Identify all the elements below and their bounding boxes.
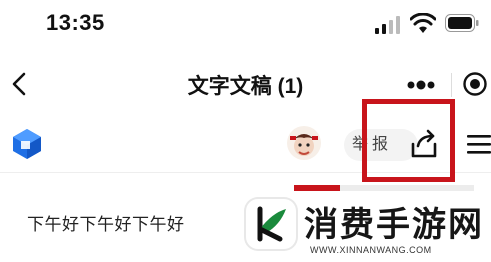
leaf-logo-icon <box>257 206 286 242</box>
watermark-name: 消费手游网 <box>304 206 484 244</box>
target-circle-icon[interactable] <box>462 71 488 97</box>
avatar[interactable] <box>287 126 321 160</box>
highlight-box <box>362 99 455 182</box>
status-time: 13:35 <box>46 10 105 35</box>
document-app-logo-icon <box>13 129 41 159</box>
document-body-text: 下午好下午好下午好 <box>27 215 185 234</box>
watermark-logo <box>246 199 296 249</box>
capsule-divider <box>451 73 452 97</box>
watermark-strip-accent <box>294 185 340 191</box>
more-dots-icon[interactable] <box>406 78 436 92</box>
watermark: 消费手游网 WWW.XINNANWANG.COM <box>234 185 491 262</box>
watermark-url: WWW.XINNANWANG.COM <box>310 245 432 255</box>
battery-icon <box>445 14 479 32</box>
hamburger-menu-icon[interactable] <box>466 130 491 158</box>
wifi-icon <box>410 13 436 33</box>
status-bar: 13:35 <box>0 0 491 52</box>
avatar-image <box>290 134 318 156</box>
cellular-signal-icon <box>375 16 400 34</box>
